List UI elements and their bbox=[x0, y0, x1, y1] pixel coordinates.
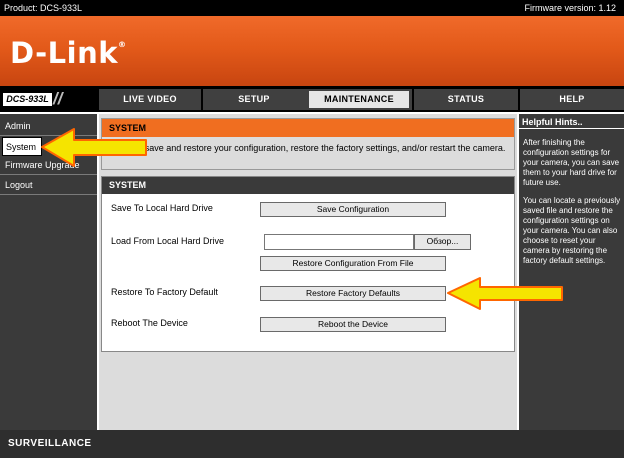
model-badge: DCS-933L bbox=[3, 93, 52, 106]
reboot-device-button[interactable]: Reboot the Device bbox=[260, 317, 446, 332]
hints-title: Helpful Hints.. bbox=[522, 117, 583, 127]
hints-divider bbox=[519, 128, 624, 129]
tab-status[interactable]: STATUS bbox=[414, 89, 518, 110]
save-local-label: Save To Local Hard Drive bbox=[111, 203, 213, 213]
tab-maintenance[interactable]: MAINTENANCE bbox=[309, 91, 409, 108]
save-configuration-button[interactable]: Save Configuration bbox=[260, 202, 446, 217]
product-label: Product: DCS-933L bbox=[4, 3, 83, 13]
reboot-label: Reboot The Device bbox=[111, 318, 188, 328]
dlink-logo: D-Link® bbox=[10, 36, 127, 70]
restore-configuration-button[interactable]: Restore Configuration From File bbox=[260, 256, 446, 271]
tab-setup[interactable]: SETUP bbox=[203, 89, 305, 110]
tab-help[interactable]: HELP bbox=[520, 89, 624, 110]
tab-live-video[interactable]: LIVE VIDEO bbox=[99, 89, 201, 110]
browse-button[interactable]: Обзор... bbox=[414, 234, 471, 250]
load-local-label: Load From Local Hard Drive bbox=[111, 236, 225, 246]
firmware-label: Firmware version: 1.12 bbox=[524, 3, 616, 13]
top-info-bar: Product: DCS-933L Firmware version: 1.12 bbox=[0, 0, 624, 16]
restore-factory-defaults-button[interactable]: Restore Factory Defaults bbox=[260, 286, 446, 301]
intro-text: You can save and restore your configurat… bbox=[110, 143, 506, 153]
sidebar-item-system[interactable]: System bbox=[2, 137, 42, 156]
footer-surveillance: SURVEILLANCE bbox=[8, 438, 92, 449]
hint-paragraph: You can locate a previously saved file a… bbox=[523, 196, 621, 265]
factory-default-label: Restore To Factory Default bbox=[111, 287, 218, 297]
sidebar-item-logout[interactable]: Logout bbox=[0, 176, 97, 195]
system-section: SYSTEM Save To Local Hard Drive Save Con… bbox=[101, 176, 515, 352]
brand-banner: D-Link® bbox=[0, 16, 624, 86]
config-file-input[interactable] bbox=[264, 234, 414, 250]
main-nav: DCS-933L // LIVE VIDEO SETUP MAINTENANCE… bbox=[0, 86, 624, 112]
decor-slashes: // bbox=[53, 89, 63, 108]
intro-section: SYSTEM You can save and restore your con… bbox=[101, 118, 515, 170]
system-section-title: SYSTEM bbox=[102, 177, 514, 194]
arrow-left-icon bbox=[41, 128, 147, 167]
footer-bar: SURVEILLANCE bbox=[0, 430, 624, 458]
arrow-left-icon bbox=[447, 277, 563, 310]
hint-paragraph: After finishing the configuration settin… bbox=[523, 138, 620, 187]
intro-section-title: SYSTEM bbox=[102, 119, 514, 137]
helpful-hints-panel: Helpful Hints.. After finishing the conf… bbox=[519, 114, 624, 430]
